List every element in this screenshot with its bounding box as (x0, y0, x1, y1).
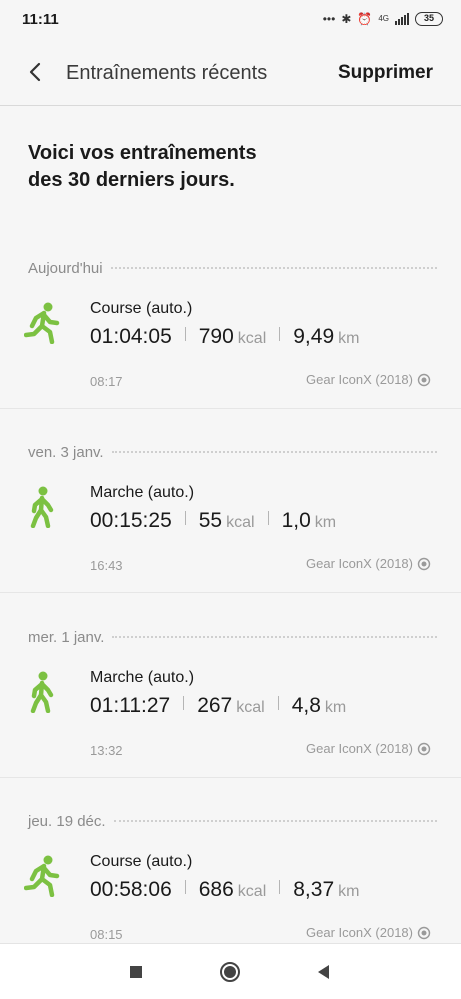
day-label: ven. 3 janv. (28, 443, 104, 461)
dotted-divider (111, 451, 437, 453)
status-time: 11:11 (22, 11, 59, 28)
navigation-bar (0, 943, 461, 999)
workout-start-time: 16:43 (90, 558, 123, 573)
stat-separator (279, 327, 281, 341)
workout-duration: 00:58:06 (90, 878, 172, 901)
workout-item[interactable]: Marche (auto.) 00:15:25 55 kcal 1,0 km 16:43 Ge… (0, 480, 461, 576)
back-nav-icon[interactable] (312, 960, 336, 984)
section-divider (0, 592, 461, 593)
workout-stats: 01:04:05 790 kcal 9,49 km (90, 325, 359, 349)
day-label: jeu. 19 déc. (28, 812, 106, 830)
workout-stats: 00:15:25 55 kcal 1,0 km (90, 509, 336, 533)
stat-separator (184, 880, 186, 894)
intro-text: Voici vos entraînements des 30 derniers … (28, 142, 257, 191)
network-label: 4G (378, 14, 389, 23)
calories-unit: kcal (237, 330, 267, 347)
stat-separator (267, 511, 269, 525)
workout-calories: 267 (197, 694, 233, 717)
earbud-icon (417, 557, 431, 570)
distance-unit: km (338, 883, 360, 900)
workout-name: Marche (auto.) (90, 484, 195, 501)
dotted-divider (112, 636, 437, 638)
back-arrow-icon[interactable] (24, 60, 48, 84)
stat-separator (183, 696, 185, 710)
workout-duration: 01:11:27 (90, 694, 171, 717)
calories-unit: kcal (226, 514, 255, 531)
workout-device: Gear IconX (2018) (306, 372, 431, 387)
workout-distance: 4,8 (291, 694, 321, 717)
earbud-icon (417, 373, 431, 386)
workout-device: Gear IconX (2018) (306, 556, 431, 571)
workout-distance: 1,0 (281, 509, 311, 532)
workout-name: Course (auto.) (90, 300, 193, 317)
section-divider (0, 408, 461, 409)
distance-unit: km (314, 514, 337, 531)
walking-person-icon (30, 671, 54, 713)
app-bar: Entraînements récents Supprimer (0, 40, 461, 106)
workout-name: Course (auto.) (90, 853, 193, 870)
earbud-icon (417, 742, 431, 755)
signal-icon (395, 13, 409, 25)
dotted-divider (110, 267, 437, 269)
more-dots-icon: ••• (322, 12, 336, 26)
delete-button[interactable]: Supprimer (338, 62, 433, 84)
recent-apps-icon[interactable] (124, 960, 148, 984)
stat-separator (184, 327, 186, 341)
workout-start-time: 08:15 (90, 927, 123, 942)
workout-item[interactable]: Course (auto.) 00:58:06 686 kcal 8,37 km 08:15… (0, 849, 461, 945)
day-header: jeu. 19 déc. (28, 811, 437, 831)
workout-calories: 790 (198, 325, 234, 348)
running-person-icon (24, 302, 60, 344)
calories-unit: kcal (237, 883, 267, 900)
day-label: Aujourd'hui (28, 259, 103, 277)
device-name: Gear IconX (2018) (306, 372, 413, 387)
workout-distance: 9,49 (293, 325, 335, 348)
day-label: mer. 1 janv. (28, 628, 105, 646)
device-name: Gear IconX (2018) (306, 925, 413, 940)
stat-separator (277, 696, 279, 710)
battery-icon: 35 (415, 12, 443, 26)
home-icon[interactable] (218, 960, 242, 984)
workout-start-time: 08:17 (90, 374, 123, 389)
workout-stats: 01:11:27 267 kcal 4,8 km (90, 694, 346, 718)
workout-item[interactable]: Course (auto.) 01:04:05 790 kcal 9,49 km 08:17… (0, 296, 461, 392)
earbud-icon (417, 926, 431, 939)
workout-distance: 8,37 (293, 878, 335, 901)
workout-start-time: 13:32 (90, 743, 123, 758)
bluetooth-icon: ✱ (341, 12, 352, 26)
workout-calories: 686 (198, 878, 234, 901)
workout-stats: 00:58:06 686 kcal 8,37 km (90, 878, 359, 902)
day-header: Aujourd'hui (28, 258, 437, 278)
device-name: Gear IconX (2018) (306, 741, 413, 756)
walking-person-icon (30, 486, 54, 528)
distance-unit: km (324, 699, 347, 716)
distance-unit: km (338, 330, 360, 347)
workout-duration: 00:15:25 (90, 509, 172, 532)
stat-separator (279, 880, 281, 894)
workout-name: Marche (auto.) (90, 669, 195, 686)
workout-device: Gear IconX (2018) (306, 925, 431, 940)
workout-calories: 55 (198, 509, 223, 532)
workout-item[interactable]: Marche (auto.) 01:11:27 267 kcal 4,8 km 13:32 G… (0, 665, 461, 761)
running-person-icon (24, 855, 60, 897)
dotted-divider (113, 820, 437, 822)
page-title: Entraînements récents (66, 62, 268, 84)
stat-separator (184, 511, 186, 525)
day-header: mer. 1 janv. (28, 627, 437, 647)
workout-device: Gear IconX (2018) (306, 741, 431, 756)
day-header: ven. 3 janv. (28, 442, 437, 462)
status-bar: 11:11 ••• ✱ ⏰ 4G 35 (0, 0, 461, 40)
device-name: Gear IconX (2018) (306, 556, 413, 571)
alarm-off-icon: ⏰ (357, 12, 373, 26)
status-icons: ••• ✱ ⏰ 4G 35 (323, 10, 443, 28)
section-divider (0, 777, 461, 778)
calories-unit: kcal (236, 699, 265, 716)
workout-duration: 01:04:05 (90, 325, 172, 348)
